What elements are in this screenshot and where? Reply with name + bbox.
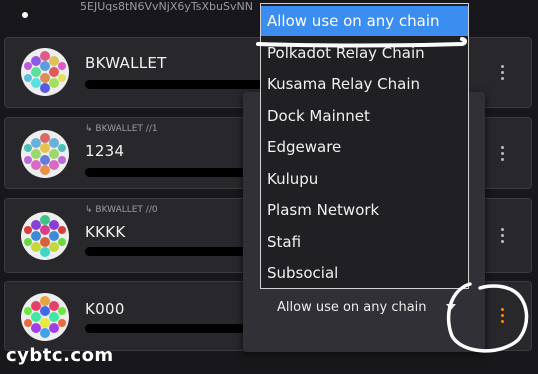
- account-identicon-icon: [21, 130, 69, 178]
- address-redaction: [85, 168, 265, 177]
- account-identicon-icon: [21, 48, 69, 96]
- watermark: cybtc.com: [6, 345, 114, 366]
- account-menu-icon[interactable]: [499, 228, 505, 243]
- chain-option[interactable]: Kusama Relay Chain: [261, 69, 468, 99]
- chain-option[interactable]: Subsocial: [261, 258, 468, 288]
- account-identicon-icon: [21, 293, 69, 341]
- account-name: BKWALLET: [85, 54, 167, 72]
- chain-option[interactable]: Dock Mainnet: [261, 101, 468, 131]
- accounts-panel: 5EJUqs8tN6VvNjX6yTsXbuSvNN BKWALLET ↳ BK…: [0, 0, 538, 374]
- account-name: 1234: [85, 142, 125, 160]
- address-redaction: [85, 247, 255, 256]
- chain-select-value[interactable]: Allow use on any chain: [277, 300, 427, 315]
- account-identicon-icon: [21, 212, 69, 260]
- account-name: KKKK: [85, 223, 126, 241]
- account-address-partial: 5EJUqs8tN6VvNjX6yTsXbuSvNN: [80, 0, 253, 13]
- parent-account-label: ↳ BKWALLET //0: [85, 205, 158, 215]
- parent-account-label: ↳ BKWALLET //1: [85, 124, 158, 134]
- annotation-circle: [446, 282, 529, 353]
- chain-option[interactable]: Edgeware: [261, 132, 468, 162]
- account-name: K000: [85, 300, 125, 318]
- chain-option[interactable]: Allow use on any chain: [261, 6, 468, 36]
- chain-option[interactable]: Plasm Network: [261, 195, 468, 225]
- chain-option[interactable]: Stafi: [261, 227, 468, 257]
- identicon-partial: [22, 12, 28, 18]
- account-menu-icon[interactable]: [499, 65, 505, 80]
- address-redaction: [85, 324, 245, 333]
- account-menu-icon[interactable]: [499, 146, 505, 161]
- annotation-underline: [256, 37, 467, 48]
- chain-option[interactable]: Kulupu: [261, 164, 468, 194]
